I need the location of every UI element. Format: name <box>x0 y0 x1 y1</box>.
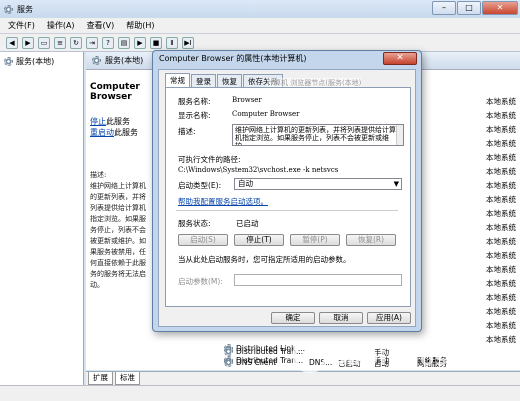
logon-cell: 本地系统 <box>486 321 516 330</box>
logon-cell: 本地系统 <box>486 251 516 260</box>
logon-cell: 本地系统 <box>486 181 516 190</box>
view-tabs: 扩展 标准 <box>86 371 520 385</box>
play-icon[interactable]: ▶ <box>134 36 146 49</box>
status-bar <box>0 385 520 401</box>
chevron-down-icon: ▼ <box>393 180 399 188</box>
logon-cell: 本地系统 <box>486 279 516 288</box>
minimize-button[interactable]: – <box>432 1 456 15</box>
logon-cell: 本地系统 <box>486 111 516 120</box>
pause-icon[interactable]: Ⅱ <box>166 36 178 49</box>
restart-service-link[interactable]: 重启动 <box>90 128 114 137</box>
display-name-label: 显示名称: <box>178 111 211 120</box>
watermark-text: DaDiGhost.com <box>330 346 517 370</box>
stop-service-link[interactable]: 停止 <box>90 117 106 126</box>
logon-cell: 本地系统 <box>486 293 516 302</box>
startup-type-select[interactable]: 自动 ▼ <box>234 178 402 190</box>
menu-action[interactable]: 操作(A) <box>47 20 75 31</box>
maximize-button[interactable]: □ <box>457 1 481 15</box>
exe-path-label: 可执行文件的路径: <box>178 155 241 164</box>
start-params-label: 启动参数(M): <box>178 277 223 286</box>
exe-path-value: C:\Windows\System32\svchost.exe -k netsv… <box>178 166 339 174</box>
properties-dialog: Computer Browser 的属性(本地计算机) ✕ 常规 登录 恢复 依… <box>152 50 422 332</box>
services-app-icon <box>4 4 13 14</box>
service-status-value: 已启动 <box>236 219 259 228</box>
logon-cell: 本地系统 <box>486 97 516 106</box>
stop-button[interactable]: 停止(T) <box>234 234 284 246</box>
logon-cell: 本地系统 <box>486 209 516 218</box>
logon-cell: 本地系统 <box>486 307 516 316</box>
tree-item-services-local[interactable]: 服务(本地) <box>0 52 83 71</box>
export-icon[interactable]: ⇥ <box>86 36 98 49</box>
list-icon[interactable]: ≡ <box>54 36 66 49</box>
logon-cell: 本地系统 <box>486 265 516 274</box>
menu-help[interactable]: 帮助(H) <box>126 20 154 31</box>
logon-cell: 本地系统 <box>486 237 516 246</box>
properties-icon[interactable]: ▤ <box>118 36 130 49</box>
startup-help-link[interactable]: 帮助我配置服务启动选项。 <box>178 196 268 207</box>
service-icon <box>224 347 233 356</box>
cancel-button[interactable]: 取消 <box>319 312 363 324</box>
tab-standard[interactable]: 标准 <box>115 372 140 385</box>
resume-button[interactable]: 恢复(R) <box>346 234 396 246</box>
description-pane: Computer Browser 停止此服务 重启动此服务 描述: 维护网络上计… <box>86 70 154 370</box>
close-button[interactable]: ✕ <box>482 1 518 15</box>
service-title: Computer Browser <box>90 82 140 102</box>
start-params-input[interactable] <box>234 274 402 286</box>
stop-icon[interactable]: ■ <box>150 36 162 49</box>
console-icon[interactable]: ▭ <box>38 36 50 49</box>
logon-cell: 本地系统 <box>486 223 516 232</box>
pause-button[interactable]: 暂停(P) <box>290 234 340 246</box>
services-icon <box>92 56 101 65</box>
window-title: 服务 <box>17 4 33 14</box>
apply-button[interactable]: 应用(A) <box>367 312 411 324</box>
refresh-icon[interactable]: ↻ <box>70 36 82 49</box>
back-icon[interactable]: ◀ <box>6 36 18 49</box>
dialog-body: 常规 登录 恢复 依存关系 计算机 浏览器节点(服务(本地) 服务名称: Bro… <box>158 69 416 327</box>
services-icon <box>4 57 13 66</box>
logon-cell: 本地系统 <box>486 125 516 134</box>
display-name-value: Computer Browser <box>232 110 300 118</box>
dialog-close-button[interactable]: ✕ <box>383 52 417 65</box>
stop-line: 停止此服务 <box>90 117 130 126</box>
logon-cell: 本地系统 <box>486 195 516 204</box>
main-header-label: 服务(本地) <box>105 56 144 65</box>
title-bar: 服务 – □ ✕ <box>0 0 520 18</box>
tab-general[interactable]: 常规 <box>165 73 190 88</box>
description-label: 描述: <box>178 127 196 136</box>
menu-bar: 文件(F) 操作(A) 查看(V) 帮助(H) <box>0 18 520 34</box>
description-label: 描述: <box>90 171 107 179</box>
menu-view[interactable]: 查看(V) <box>87 20 115 31</box>
service-name-value: Browser <box>232 96 262 104</box>
service-status-label: 服务状态: <box>178 219 211 228</box>
description-text: 维护网络上计算机的更新列表，并将列表提供给计算机指定浏览。如果服务停止，列表不会… <box>90 182 146 289</box>
restart-line: 重启动此服务 <box>90 128 138 137</box>
watermark-logo <box>292 337 328 373</box>
logon-cell: 本地系统 <box>486 167 516 176</box>
divider <box>176 210 398 211</box>
ok-button[interactable]: 确定 <box>271 312 315 324</box>
logon-cell: 本地系统 <box>486 139 516 148</box>
navigation-tree: 服务(本地) <box>0 52 84 385</box>
forward-icon[interactable]: ▶ <box>22 36 34 49</box>
service-name-label: 服务名称: <box>178 97 211 106</box>
description-box[interactable]: 维护网络上计算机的更新列表，并将列表提供给计算机指定浏览。如果服务停止，列表不会… <box>232 124 404 146</box>
menu-file[interactable]: 文件(F) <box>8 20 35 31</box>
tree-item-label: 服务(本地) <box>16 57 55 66</box>
service-icon <box>224 358 233 367</box>
restart-icon[interactable]: ▶Ⅰ <box>182 36 194 49</box>
help-icon[interactable]: ? <box>102 36 114 49</box>
dialog-title: Computer Browser 的属性(本地计算机) <box>159 54 307 63</box>
tab-extended[interactable]: 扩展 <box>88 372 113 385</box>
start-button[interactable]: 启动(S) <box>178 234 228 246</box>
description-scrollbar[interactable] <box>396 125 403 145</box>
startup-type-label: 启动类型(E): <box>178 181 222 190</box>
logon-cell: 本地系统 <box>486 153 516 162</box>
params-hint: 当从此处启动服务时，您可指定所适用的启动参数。 <box>178 255 351 264</box>
general-panel: 服务名称: Browser 显示名称: Computer Browser 描述:… <box>165 87 411 307</box>
